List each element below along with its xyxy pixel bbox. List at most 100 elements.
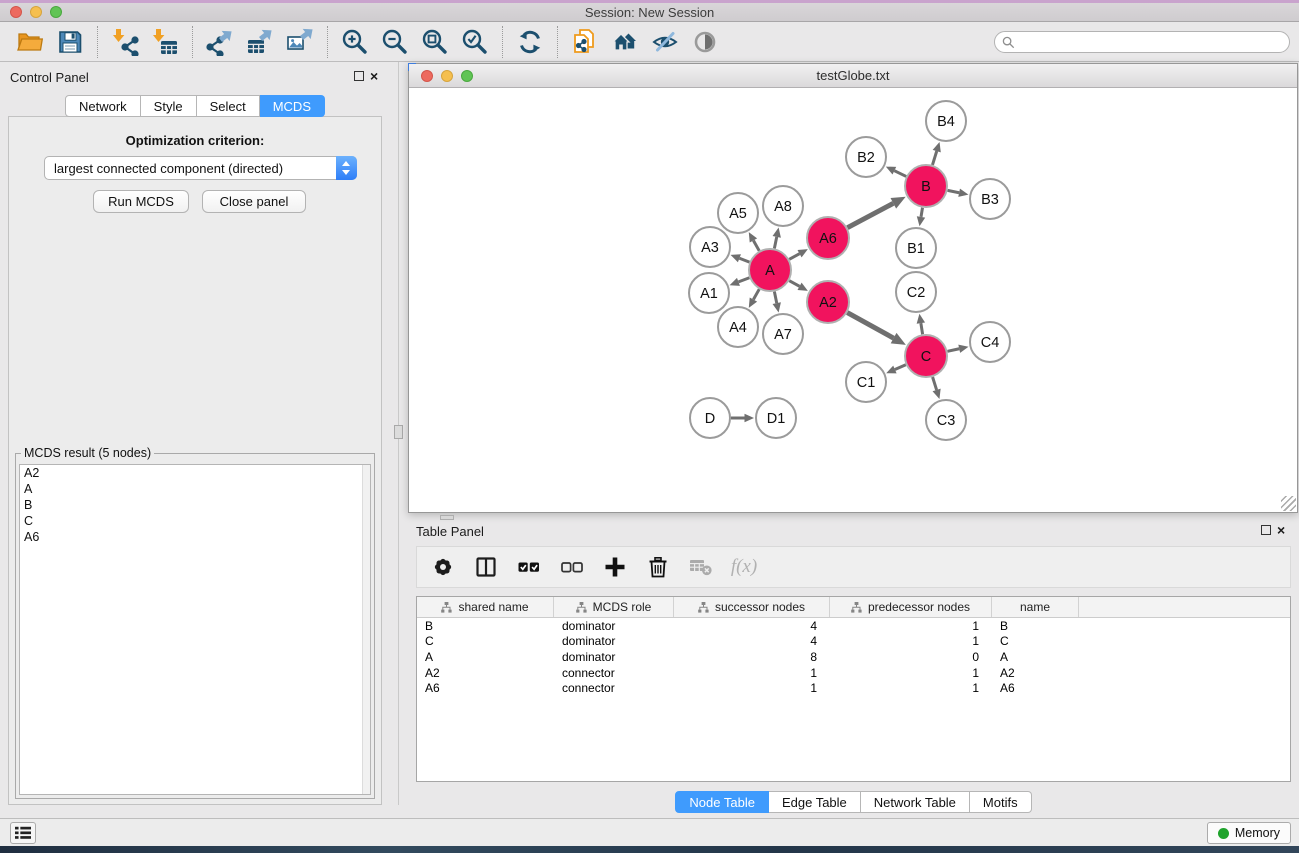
run-mcds-button[interactable]: Run MCDS: [93, 190, 189, 213]
zoom-selected-button[interactable]: [455, 25, 495, 59]
save-session-button[interactable]: [50, 25, 90, 59]
table-row[interactable]: Bdominator41B: [417, 618, 1290, 634]
export-network-button[interactable]: [200, 25, 240, 59]
edge-A6-B[interactable]: [847, 203, 893, 227]
tab-network-table[interactable]: Network Table: [861, 791, 970, 813]
tab-mcds[interactable]: MCDS: [260, 95, 325, 117]
clear-row-selection-button[interactable]: [559, 554, 585, 580]
tab-motifs[interactable]: Motifs: [970, 791, 1032, 813]
duplicate-network-icon: [571, 28, 599, 56]
table-row[interactable]: Adominator80A: [417, 649, 1290, 665]
table-body: Bdominator41BCdominator41CAdominator80AA…: [417, 618, 1290, 696]
refresh-layout-button[interactable]: [510, 25, 550, 59]
import-network-button[interactable]: [105, 25, 145, 59]
close-panel-icon[interactable]: ×: [370, 71, 382, 83]
table-cell: A6: [417, 681, 554, 695]
table-cell: 1: [830, 681, 992, 695]
edge-B-B4[interactable]: [932, 151, 936, 165]
mcds-result-group: MCDS result (5 nodes) A2ABCA6: [15, 453, 375, 799]
table-row[interactable]: A2connector11A2: [417, 665, 1290, 681]
result-item[interactable]: A: [20, 481, 370, 497]
tab-network[interactable]: Network: [65, 95, 141, 117]
zoom-out-button[interactable]: [375, 25, 415, 59]
column-header-MCDS-role[interactable]: MCDS role: [554, 597, 674, 617]
toggle-graphics-details-button[interactable]: [645, 25, 685, 59]
save-icon: [56, 28, 84, 56]
panel-splitter[interactable]: [390, 62, 408, 805]
open-session-button[interactable]: [10, 25, 50, 59]
table-row[interactable]: Cdominator41C: [417, 634, 1290, 650]
network-window-titlebar[interactable]: testGlobe.txt: [409, 64, 1297, 88]
table-cell: dominator: [554, 634, 674, 648]
export-image-button[interactable]: [280, 25, 320, 59]
edge-A-A6[interactable]: [789, 254, 799, 260]
network-from-selection-button[interactable]: [565, 25, 605, 59]
show-columns-button[interactable]: [473, 554, 499, 580]
result-item[interactable]: C: [20, 513, 370, 529]
splitter-handle[interactable]: [394, 425, 403, 439]
network-canvas[interactable]: B4B2BB3A5A8A6A3B1AC2A1A2A4A7C4CC1DD1C3: [409, 89, 1297, 513]
edge-A2-C[interactable]: [847, 313, 893, 339]
edge-C-C1[interactable]: [895, 365, 906, 370]
search-box: [994, 31, 1290, 53]
edge-B-B1[interactable]: [921, 208, 922, 217]
create-column-button[interactable]: [602, 554, 628, 580]
arrowhead-icon: [773, 228, 781, 238]
tab-node-table[interactable]: Node Table: [675, 791, 769, 813]
edge-C-C3[interactable]: [933, 377, 937, 390]
export-table-button[interactable]: [240, 25, 280, 59]
column-header-successor-nodes[interactable]: successor nodes: [674, 597, 830, 617]
control-panel: Control Panel × NetworkStyleSelectMCDS O…: [0, 62, 390, 805]
result-scrollbar[interactable]: [362, 465, 370, 794]
select-all-rows-button[interactable]: [516, 554, 542, 580]
result-item[interactable]: A2: [20, 465, 370, 481]
edge-A-A8[interactable]: [774, 237, 776, 249]
edge-A-A5[interactable]: [753, 240, 759, 250]
edge-A-A3[interactable]: [739, 258, 749, 262]
delete-columns-button[interactable]: [645, 554, 671, 580]
edge-A-A1[interactable]: [738, 278, 749, 282]
edge-A-A7[interactable]: [774, 292, 776, 304]
tab-style[interactable]: Style: [141, 95, 197, 117]
table-cell: 1: [830, 666, 992, 680]
arrowhead-icon: [731, 254, 741, 262]
search-input[interactable]: [1019, 33, 1289, 51]
memory-label: Memory: [1235, 826, 1280, 840]
zoom-fit-button[interactable]: [415, 25, 455, 59]
home-button[interactable]: [605, 25, 645, 59]
table-settings-button[interactable]: [430, 554, 456, 580]
edge-A-A2[interactable]: [789, 281, 799, 287]
float-table-panel-icon[interactable]: [1261, 525, 1271, 535]
column-header-name[interactable]: name: [992, 597, 1079, 617]
node-label-B1: B1: [907, 241, 925, 257]
arrowhead-icon: [917, 314, 925, 324]
result-item[interactable]: B: [20, 497, 370, 513]
tab-select[interactable]: Select: [197, 95, 260, 117]
toggle-birds-eye-view-button[interactable]: [685, 25, 725, 59]
task-history-button[interactable]: [10, 822, 36, 844]
table-cell: dominator: [554, 619, 674, 633]
column-header-predecessor-nodes[interactable]: predecessor nodes: [830, 597, 992, 617]
tab-edge-table[interactable]: Edge Table: [769, 791, 861, 813]
table-row[interactable]: A6connector11A6: [417, 680, 1290, 696]
memory-status-icon: [1218, 828, 1229, 839]
import-table-button[interactable]: [145, 25, 185, 59]
memory-button[interactable]: Memory: [1207, 822, 1291, 844]
criterion-select[interactable]: largest connected component (directed): [44, 156, 357, 180]
criterion-value: largest connected component (directed): [54, 161, 283, 176]
home-icon: [611, 28, 639, 56]
edge-A-A4[interactable]: [753, 289, 759, 299]
close-panel-button[interactable]: Close panel: [202, 190, 306, 213]
list-icon: [15, 826, 31, 840]
float-panel-icon[interactable]: [354, 71, 364, 81]
column-header-shared-name[interactable]: shared name: [417, 597, 554, 617]
edge-C-C2[interactable]: [921, 323, 923, 334]
close-table-panel-icon[interactable]: ×: [1277, 525, 1289, 537]
result-item[interactable]: A6: [20, 529, 370, 545]
edge-B-B3[interactable]: [948, 190, 960, 192]
edge-C-C4[interactable]: [947, 349, 959, 352]
edge-B-B2[interactable]: [894, 171, 906, 177]
zoom-in-button[interactable]: [335, 25, 375, 59]
resize-grip-icon[interactable]: [1281, 496, 1296, 511]
table-cell: 1: [674, 666, 830, 680]
